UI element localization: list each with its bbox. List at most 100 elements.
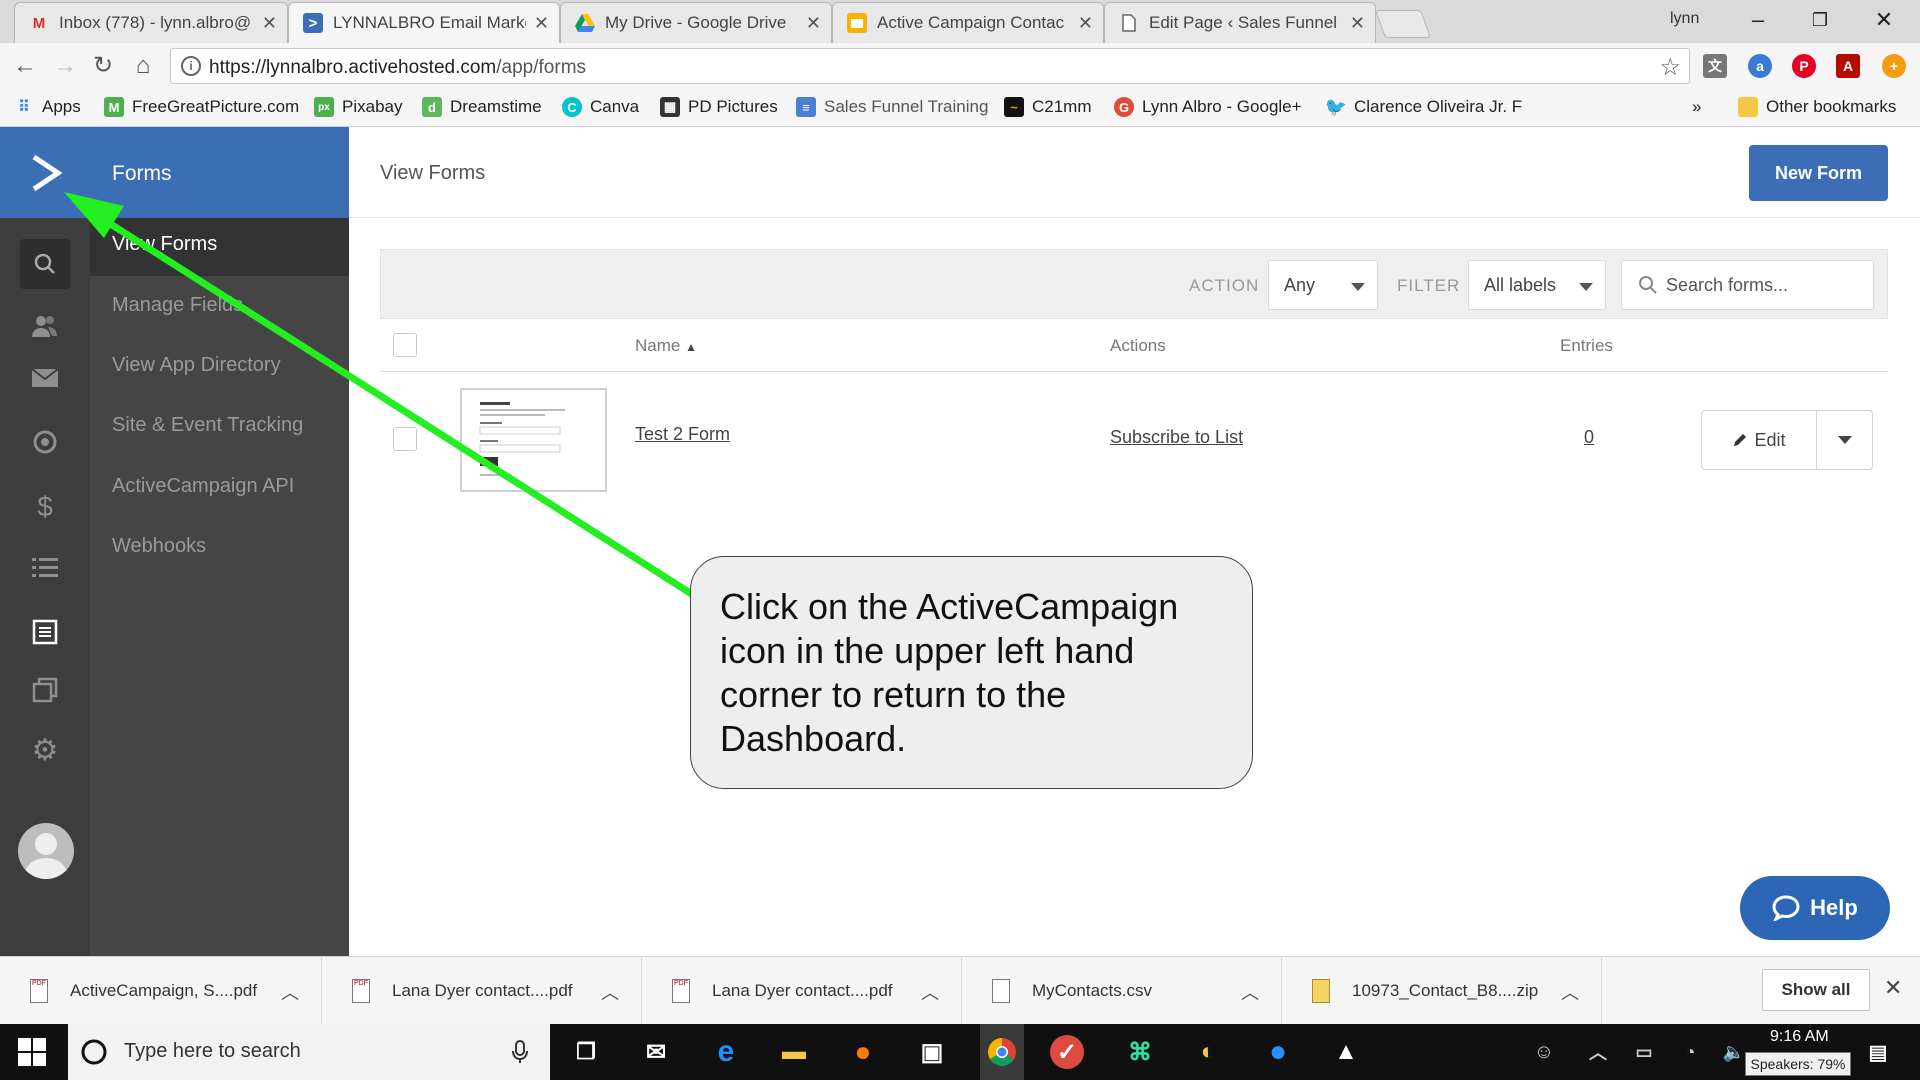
close-icon[interactable]: ✕: [1078, 13, 1093, 34]
new-tab-button[interactable]: [1374, 10, 1432, 38]
edit-button[interactable]: Edit: [1702, 411, 1817, 469]
acrobat-icon[interactable]: A: [1836, 54, 1860, 78]
forward-arrow-icon[interactable]: →: [50, 51, 80, 81]
bookmark-sales-funnel-training[interactable]: ≡ Sales Funnel Training: [796, 97, 988, 117]
contacts-icon[interactable]: [20, 301, 70, 351]
avatar[interactable]: [18, 823, 74, 879]
app-teal-icon[interactable]: ⌘: [1120, 1032, 1160, 1072]
file-explorer-icon[interactable]: ▬: [774, 1032, 814, 1072]
show-all-downloads-button[interactable]: Show all: [1762, 969, 1870, 1011]
bookmark-clarence[interactable]: 🐦 Clarence Oliveira Jr. F: [1325, 97, 1522, 117]
photos-icon[interactable]: ▲: [1326, 1032, 1366, 1072]
subnav-item-site-event-tracking[interactable]: Site & Event Tracking: [90, 399, 349, 457]
todoist-icon[interactable]: ✓: [1050, 1035, 1084, 1069]
windows-start-icon[interactable]: [18, 1038, 46, 1066]
back-arrow-icon[interactable]: ←: [10, 51, 40, 81]
action-select[interactable]: Any: [1268, 260, 1378, 310]
extension-blue-icon[interactable]: a: [1748, 54, 1772, 78]
profile-name[interactable]: lynn: [1670, 10, 1699, 28]
settings-icon[interactable]: ⚙: [20, 725, 70, 775]
battery-icon[interactable]: ▭: [1624, 1032, 1664, 1072]
label-select[interactable]: All labels: [1468, 260, 1606, 310]
new-form-button[interactable]: New Form: [1749, 145, 1888, 201]
chevron-up-icon[interactable]: ︿: [921, 979, 939, 1005]
row-checkbox[interactable]: [393, 427, 417, 451]
chevron-up-icon[interactable]: ︿: [1578, 1032, 1618, 1072]
tab-google-slides[interactable]: Active Campaign Contac ✕: [832, 2, 1104, 43]
subnav-item-webhooks[interactable]: Webhooks: [90, 520, 349, 578]
minimize-icon[interactable]: –: [1738, 4, 1778, 36]
notifications-icon[interactable]: ▤: [1858, 1032, 1898, 1072]
subnav-item-manage-fields[interactable]: Manage Fields: [90, 279, 349, 337]
firefox-icon[interactable]: ●: [843, 1032, 883, 1072]
taskbar-search-box[interactable]: Type here to search: [68, 1024, 550, 1080]
close-icon[interactable]: ✕: [1350, 13, 1365, 34]
pages-icon[interactable]: [20, 665, 70, 715]
close-icon[interactable]: ✕: [806, 13, 821, 34]
tab-google-drive[interactable]: My Drive - Google Drive ✕: [560, 2, 832, 43]
close-icon[interactable]: ✕: [262, 13, 277, 34]
bookmark-freegreatpicture[interactable]: M FreeGreatPicture.com: [104, 97, 299, 117]
form-thumbnail[interactable]: [460, 388, 607, 492]
search-forms-box[interactable]: [1621, 260, 1874, 310]
bookmark-star-icon[interactable]: ☆: [1659, 53, 1681, 82]
sticky-notes-icon[interactable]: ◐: [1188, 1032, 1228, 1072]
address-bar[interactable]: i https://lynnalbro.activehosted.com/app…: [170, 48, 1690, 84]
info-icon[interactable]: i: [181, 56, 201, 76]
deals-icon[interactable]: $: [20, 482, 70, 532]
automations-icon[interactable]: [20, 417, 70, 467]
clock-time[interactable]: 9:16 AM: [1770, 1028, 1829, 1046]
download-item[interactable]: PDF Lana Dyer contact....pdf ︿: [642, 957, 962, 1025]
extension-orange-icon[interactable]: +: [1882, 54, 1906, 78]
tab-gmail[interactable]: M Inbox (778) - lynn.albro@ ✕: [14, 2, 288, 43]
form-name-link[interactable]: Test 2 Form: [635, 424, 730, 445]
column-name-header[interactable]: Name ▲: [635, 336, 697, 356]
extension-translate-icon[interactable]: 文: [1703, 54, 1727, 78]
subnav-item-view-app-directory[interactable]: View App Directory: [90, 339, 349, 397]
close-icon[interactable]: ✕: [534, 13, 549, 34]
home-icon[interactable]: ⌂: [128, 51, 158, 81]
select-all-checkbox[interactable]: [393, 333, 417, 357]
mail-icon[interactable]: ✉: [636, 1032, 676, 1072]
activecampaign-logo-button[interactable]: [0, 127, 90, 218]
search-icon[interactable]: [20, 239, 70, 289]
search-input[interactable]: [1664, 271, 1864, 299]
subnav-item-view-forms[interactable]: View Forms: [90, 218, 349, 276]
restore-icon[interactable]: ❐: [1800, 4, 1840, 36]
bookmark-pixabay[interactable]: px Pixabay: [314, 97, 402, 117]
bookmark-other[interactable]: Other bookmarks: [1738, 97, 1896, 117]
bookmark-apps[interactable]: ⠿ Apps: [14, 97, 81, 117]
tab-activecampaign[interactable]: > LYNNALBRO Email Marke ✕: [288, 2, 560, 43]
tab-edit-page[interactable]: Edit Page ‹ Sales Funnel T ✕: [1104, 2, 1376, 43]
chevron-up-icon[interactable]: ︿: [1241, 979, 1259, 1005]
pinterest-icon[interactable]: P: [1792, 54, 1816, 78]
bookmark-dreamstime[interactable]: d Dreamstime: [422, 97, 542, 117]
reload-icon[interactable]: ↻: [88, 51, 118, 81]
forms-icon[interactable]: [20, 607, 70, 657]
wifi-icon[interactable]: ◔: [1670, 1032, 1710, 1072]
download-item[interactable]: PDF ActiveCampaign, S....pdf ︿: [0, 957, 322, 1025]
bookmark-google-plus[interactable]: G Lynn Albro - Google+: [1114, 97, 1302, 117]
bookmark-canva[interactable]: C Canva: [562, 97, 639, 117]
campaigns-icon[interactable]: [20, 353, 70, 403]
form-entries-link[interactable]: 0: [1584, 427, 1594, 448]
window-close-icon[interactable]: ✕: [1864, 4, 1904, 36]
subnav-item-activecampaign-api[interactable]: ActiveCampaign API: [90, 460, 349, 518]
help-button[interactable]: Help: [1740, 876, 1890, 940]
close-icon[interactable]: ✕: [1884, 975, 1902, 1001]
zoom-icon[interactable]: ●: [1258, 1032, 1298, 1072]
download-item[interactable]: PDF Lana Dyer contact....pdf ︿: [322, 957, 642, 1025]
bookmark-pd-pictures[interactable]: ▦ PD Pictures: [660, 97, 778, 117]
edit-dropdown-button[interactable]: [1817, 411, 1872, 469]
chrome-icon[interactable]: [980, 1024, 1024, 1080]
download-item[interactable]: MyContacts.csv ︿: [962, 957, 1282, 1025]
microphone-icon[interactable]: [512, 1040, 528, 1064]
chevron-up-icon[interactable]: ︿: [601, 979, 619, 1005]
store-icon[interactable]: ▣: [912, 1032, 952, 1072]
form-action-link[interactable]: Subscribe to List: [1110, 427, 1243, 448]
chevron-up-icon[interactable]: ︿: [281, 979, 299, 1005]
lists-icon[interactable]: [20, 543, 70, 593]
bookmark-c21mm[interactable]: ~ C21mm: [1004, 97, 1092, 117]
chevron-up-icon[interactable]: ︿: [1561, 979, 1579, 1005]
download-item[interactable]: 10973_Contact_B8....zip ︿: [1282, 957, 1602, 1025]
